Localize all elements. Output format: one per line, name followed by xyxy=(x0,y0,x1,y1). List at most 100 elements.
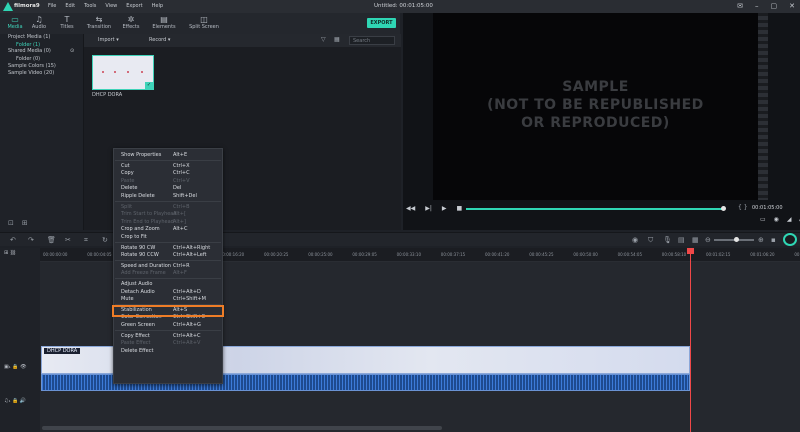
tab-titles[interactable]: T Titles xyxy=(52,15,82,30)
ruler-tick-label: 00:01:06:20 xyxy=(750,252,775,257)
ruler-tick-label: 00:00:20:25 xyxy=(264,252,289,257)
filmora-logo-icon xyxy=(3,2,13,11)
zoom-in-icon[interactable]: ⊕ xyxy=(758,236,764,244)
ruler-tick-label: 00:00:04:05 xyxy=(87,252,112,257)
redo-icon[interactable]: ↷ xyxy=(28,236,34,244)
menu-item-delete-effect[interactable]: Delete Effect xyxy=(121,347,221,355)
volume-icon[interactable]: ◢ xyxy=(787,216,792,224)
video-track-controls[interactable]: ▣₁ 🔒 👁 xyxy=(4,364,26,370)
menu-separator xyxy=(115,241,221,243)
search-input[interactable]: Search xyxy=(349,36,395,45)
menu-separator xyxy=(115,278,221,279)
menu-item-show-properties[interactable]: Show Properties Alt+E xyxy=(121,151,221,159)
audio-track-controls[interactable]: ♫₁ 🔒 🔊 xyxy=(4,398,26,404)
ruler-tick-label: 00:00:25:00 xyxy=(308,252,333,257)
grid-view-icon[interactable]: ▦ xyxy=(334,36,340,43)
menu-item-crop-to-fit[interactable]: Crop to Fit xyxy=(121,233,221,241)
notification-icon[interactable]: ✉ xyxy=(737,2,743,10)
import-dropdown[interactable]: Import ▾ xyxy=(98,37,119,43)
maximize-icon[interactable]: ▢ xyxy=(771,2,778,10)
ruler-tick-label: 00:00:16:20 xyxy=(219,252,245,257)
sidebar-item-shared-media[interactable]: Shared Media (0) xyxy=(8,48,51,54)
menu-item-mute[interactable]: Mute Ctrl+Shift+M xyxy=(121,295,221,303)
ruler-tick-label: 00:00:45:25 xyxy=(529,252,554,257)
add-track-icon[interactable]: ⊞ ⛓ xyxy=(4,250,16,256)
track-headers: ⊞ ⛓ ▣₁ 🔒 👁 ♫₁ 🔒 🔊 xyxy=(0,248,40,432)
filmstrip-border xyxy=(758,13,768,200)
sidebar-item-folder-0[interactable]: Folder (0) xyxy=(16,56,40,62)
menu-item-add-freeze-frame[interactable]: Add Freeze Frame Alt+F xyxy=(121,269,221,277)
menu-view[interactable]: View xyxy=(105,3,117,9)
menu-separator xyxy=(115,329,221,331)
zoom-out-icon[interactable]: ⊖ xyxy=(705,236,711,244)
snapshot-icon[interactable]: ◉ xyxy=(774,216,779,224)
crop-icon[interactable]: ⌗ xyxy=(84,236,88,245)
tab-audio[interactable]: ♫ Audio xyxy=(24,15,54,30)
menu-bar: File Edit Tools View Export Help xyxy=(48,3,163,9)
menu-item-ripple-delete[interactable]: Ripple Delete Shift+Del xyxy=(121,192,221,200)
import-folder-icon[interactable]: ⊞ xyxy=(22,219,28,227)
menu-help[interactable]: Help xyxy=(152,3,163,9)
undo-icon[interactable]: ↶ xyxy=(10,236,16,244)
mark-in-out-icon[interactable]: { } xyxy=(738,204,748,211)
voiceover-icon[interactable]: 🎙 xyxy=(663,236,672,244)
tab-effects[interactable]: ✲ Effects xyxy=(116,15,146,30)
menu-file[interactable]: File xyxy=(48,3,56,9)
audio-mixer-icon[interactable]: ▤ xyxy=(678,236,685,244)
speed-icon[interactable]: ↻ xyxy=(102,236,108,244)
menu-separator xyxy=(115,259,221,261)
skip-back-icon[interactable]: ◀◀ xyxy=(406,205,415,212)
timeline-scrollbar[interactable] xyxy=(42,426,442,430)
step-back-icon[interactable]: ▶| xyxy=(425,205,432,212)
record-dropdown[interactable]: Record ▾ xyxy=(149,37,170,43)
ruler-tick-label: 00:00:37:15 xyxy=(440,252,466,257)
close-icon[interactable]: ✕ xyxy=(789,2,795,10)
added-check-icon: ✓ xyxy=(145,82,153,89)
ruler-tick-label: 00:00:58:10 xyxy=(661,252,687,257)
preview-seek-bar[interactable] xyxy=(466,208,724,210)
tab-transition[interactable]: ⇆ Transition xyxy=(84,15,114,30)
menu-separator xyxy=(115,200,221,202)
marker-icon[interactable]: ⛉ xyxy=(648,236,653,245)
ruler-tick-label: 00:00:54:05 xyxy=(617,252,642,257)
menu-item-green-screen[interactable]: Green Screen Ctrl+Alt+G xyxy=(121,321,221,329)
ruler-tick-label: 00:01:02:15 xyxy=(706,252,731,257)
menu-export[interactable]: Export xyxy=(126,3,142,9)
seek-knob[interactable] xyxy=(721,206,726,211)
export-button[interactable]: EXPORT xyxy=(367,18,396,28)
ruler-tick-label: 00:00:29:05 xyxy=(352,252,377,257)
app-logo-text: filmora9 xyxy=(14,3,40,9)
cut-icon[interactable]: ✂ xyxy=(65,236,71,244)
ruler-tick-label: 00:00:50:00 xyxy=(573,252,598,257)
render-icon[interactable]: ◉ xyxy=(632,236,638,244)
thumbnail-content xyxy=(102,71,143,73)
filter-icon[interactable]: ▽ xyxy=(321,36,326,43)
stop-icon[interactable]: ■ xyxy=(457,205,463,212)
snapshot-tool-icon[interactable]: ▦ xyxy=(692,236,699,244)
tab-split-screen[interactable]: ◫ Split Screen xyxy=(186,15,222,30)
menu-edit[interactable]: Edit xyxy=(65,3,75,9)
text-icon: T xyxy=(64,15,70,24)
preview-tools: ▭ ◉ ◢ ⤢ xyxy=(760,216,800,224)
playhead[interactable] xyxy=(690,248,691,432)
monitor-icon[interactable]: ▭ xyxy=(760,216,766,224)
menu-tools[interactable]: Tools xyxy=(84,3,96,9)
window-title: Untitled: 00:01:05:00 xyxy=(374,3,433,9)
delete-icon[interactable]: 🗑 xyxy=(47,236,56,244)
preview-timecode: 00:01:05:00 xyxy=(752,205,783,211)
ruler-tick-label: 00:00:33:10 xyxy=(396,252,421,257)
play-icon[interactable]: ▶ xyxy=(442,205,447,212)
new-folder-icon[interactable]: ⊡ xyxy=(8,219,14,227)
sidebar-item-sample-colors[interactable]: Sample Colors (15) xyxy=(8,63,56,69)
sidebar-item-project-media[interactable]: Project Media (1) xyxy=(8,34,50,40)
render-preview-button[interactable] xyxy=(783,233,797,246)
menu-item-rotate-90-ccw[interactable]: Rotate 90 CCW Ctrl+Alt+Left xyxy=(121,251,221,259)
zoom-knob[interactable] xyxy=(734,237,739,242)
playhead-handle[interactable] xyxy=(687,248,694,254)
minimize-icon[interactable]: – xyxy=(755,2,759,10)
clip-label: DHCP DORA xyxy=(44,348,81,354)
tab-elements[interactable]: ▤ Elements xyxy=(149,15,179,30)
media-thumbnail-label: DHCP DORA xyxy=(92,92,123,98)
sidebar-item-sample-video[interactable]: Sample Video (20) xyxy=(8,70,54,76)
fit-icon[interactable]: ▪ xyxy=(771,236,776,244)
